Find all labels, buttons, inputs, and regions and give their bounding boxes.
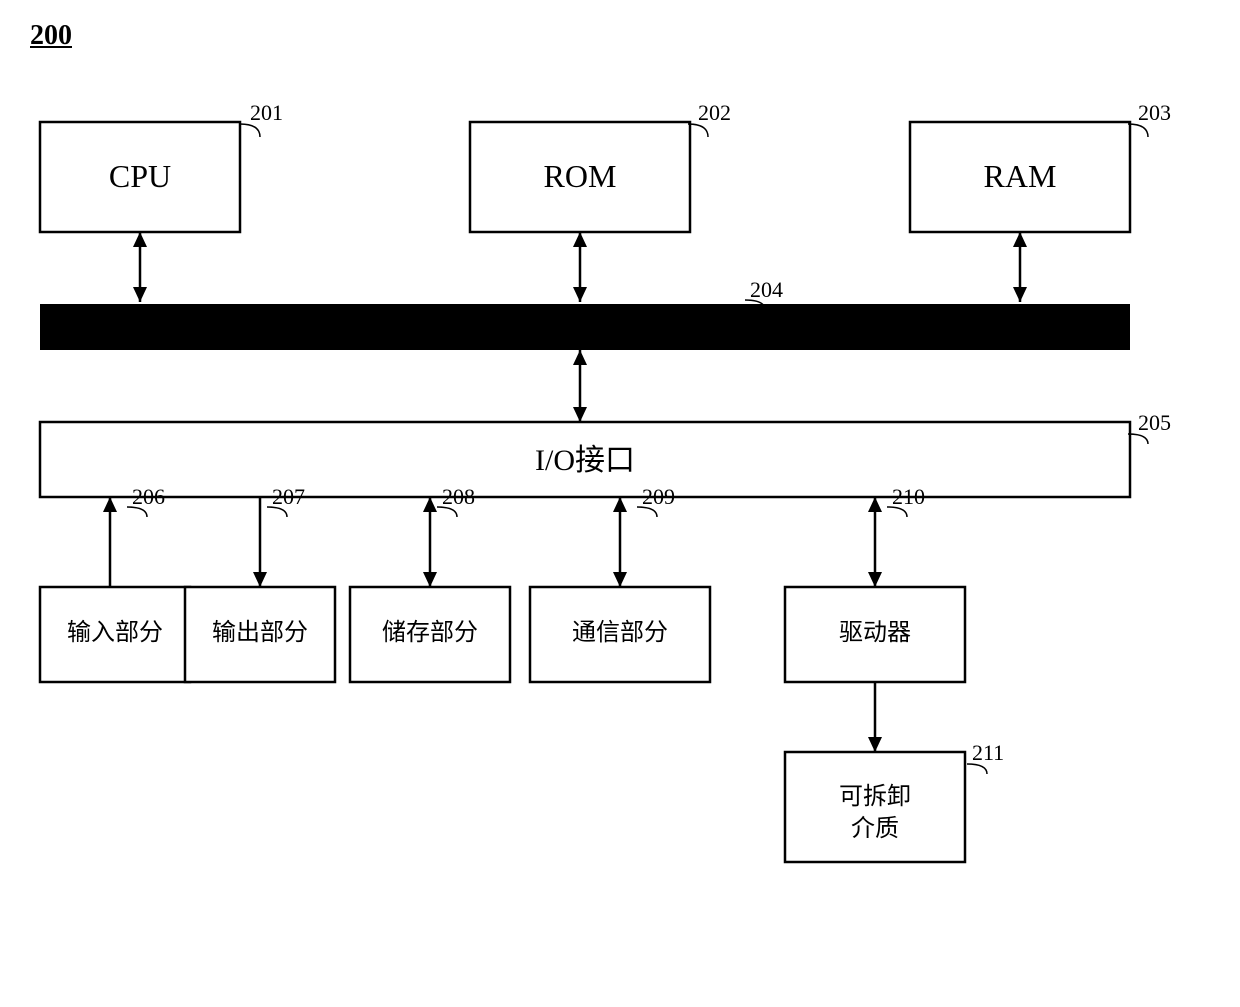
rom-label: ROM bbox=[544, 158, 617, 194]
rom-ref: 202 bbox=[698, 100, 731, 125]
bus-ref: 204 bbox=[750, 277, 783, 302]
input-ref: 206 bbox=[132, 484, 165, 509]
driver-ref: 210 bbox=[892, 484, 925, 509]
output-label: 输出部分 bbox=[212, 619, 308, 646]
output-ref: 207 bbox=[272, 484, 305, 509]
storage-label: 储存部分 bbox=[382, 619, 478, 646]
removable-label-line1: 可拆卸 bbox=[839, 783, 911, 810]
removable-ref: 211 bbox=[972, 740, 1004, 765]
io-ref: 205 bbox=[1138, 410, 1171, 435]
comm-ref: 209 bbox=[642, 484, 675, 509]
comm-label: 通信部分 bbox=[572, 619, 668, 646]
architecture-diagram: CPU 201 ROM 202 RAM 203 bbox=[30, 82, 1180, 1002]
storage-ref: 208 bbox=[442, 484, 475, 509]
ram-label: RAM bbox=[984, 158, 1057, 194]
ram-ref: 203 bbox=[1138, 100, 1171, 125]
figure-number: 200 bbox=[30, 20, 72, 52]
driver-label: 驱动器 bbox=[839, 619, 911, 646]
cpu-label: CPU bbox=[109, 158, 171, 194]
io-label: I/O接口 bbox=[535, 444, 635, 477]
cpu-ref: 201 bbox=[250, 100, 283, 125]
removable-label-line2: 介质 bbox=[851, 815, 899, 842]
diagram-container: 200 CPU 201 ROM 202 RAM 203 bbox=[30, 20, 1210, 980]
input-label: 输入部分 bbox=[67, 619, 163, 646]
